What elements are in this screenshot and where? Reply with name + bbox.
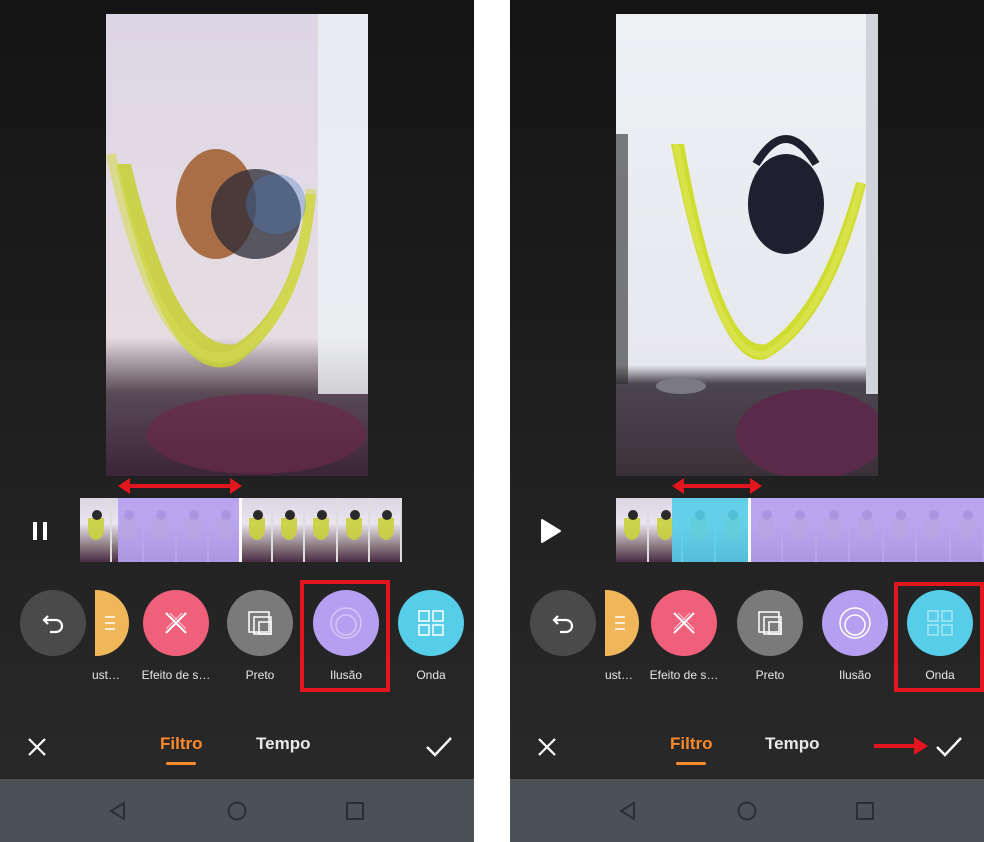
pause-icon (33, 522, 47, 540)
grid-squares-icon (418, 610, 444, 636)
recents-icon (856, 802, 874, 820)
android-navbar (0, 779, 474, 842)
nav-recents-button[interactable] (343, 799, 367, 823)
close-icon (538, 738, 556, 756)
check-icon (936, 737, 962, 757)
video-preview (106, 14, 368, 476)
x-cross-icon (673, 612, 695, 634)
play-button[interactable] (532, 513, 568, 549)
cancel-button[interactable] (22, 732, 52, 762)
filter-ilusao-button[interactable]: Ilusão (815, 590, 895, 682)
filter-label-efeito: Efeito de s… (649, 668, 719, 682)
home-icon (227, 801, 247, 821)
nav-back-button[interactable] (616, 799, 640, 823)
onda-effect-segment[interactable] (672, 498, 750, 562)
tab-filtro-underline (676, 762, 706, 765)
filter-label-efeito: Efeito de s… (141, 668, 211, 682)
ilusao-effect-segment[interactable] (750, 498, 984, 562)
bottom-tabs: Filtro Tempo (0, 720, 474, 776)
confirm-button[interactable] (934, 732, 964, 762)
filter-label-ust: ust… (605, 668, 634, 682)
check-icon (426, 737, 452, 757)
close-icon (28, 738, 46, 756)
filter-label-onda: Onda (416, 668, 446, 682)
confirm-pointer-arrow (874, 737, 928, 755)
tab-tempo[interactable]: Tempo (256, 734, 310, 754)
concentric-circles-icon (839, 607, 871, 639)
back-icon (619, 801, 635, 821)
filter-yellow-button[interactable] (95, 590, 129, 656)
stacked-squares-icon (248, 611, 272, 635)
undo-icon (42, 615, 64, 634)
selected-filter-highlight (894, 582, 984, 692)
yellow-filter-icon (615, 616, 625, 630)
cancel-button[interactable] (532, 732, 562, 762)
filter-label-preto: Preto (245, 668, 275, 682)
nav-home-button[interactable] (225, 799, 249, 823)
editor-screen-onda: ust… Efeito de s… Preto Ilusão Onda Filt… (510, 0, 984, 842)
recents-icon (346, 802, 364, 820)
tab-filtro[interactable]: Filtro (670, 734, 713, 754)
undo-button[interactable] (530, 590, 596, 656)
filter-preto-button[interactable]: Preto (220, 590, 300, 682)
home-icon (737, 801, 757, 821)
duration-arrow (118, 478, 242, 494)
back-icon (109, 801, 125, 821)
nav-home-button[interactable] (735, 799, 759, 823)
tab-filtro-underline (166, 762, 196, 765)
nav-back-button[interactable] (106, 799, 130, 823)
filter-label-ust: ust… (92, 668, 121, 682)
filter-label-preto: Preto (755, 668, 785, 682)
x-cross-icon (165, 612, 187, 634)
undo-button[interactable] (20, 590, 86, 656)
undo-icon (552, 615, 574, 634)
ilusao-effect-segment[interactable] (118, 498, 240, 562)
video-timeline[interactable] (80, 498, 402, 562)
duration-arrow (672, 478, 762, 494)
play-icon (541, 519, 561, 543)
filter-efeito-button[interactable]: Efeito de s… (136, 590, 216, 682)
playhead[interactable] (748, 498, 751, 562)
selected-filter-highlight (300, 580, 390, 692)
bottom-tabs: Filtro Tempo (510, 720, 984, 776)
pause-button[interactable] (22, 513, 58, 549)
filter-efeito-button[interactable]: Efeito de s… (644, 590, 724, 682)
filter-preto-button[interactable]: Preto (730, 590, 810, 682)
tab-filtro[interactable]: Filtro (160, 734, 203, 754)
filter-yellow-button[interactable] (605, 590, 639, 656)
filter-onda-button[interactable]: Onda (391, 590, 471, 682)
filter-label-ilusao: Ilusão (838, 668, 872, 682)
android-navbar (510, 779, 984, 842)
video-timeline[interactable] (616, 498, 984, 562)
yellow-filter-icon (105, 616, 115, 630)
editor-screen-ilusao: ust… Efeito de s… Preto Ilusão Onda Filt… (0, 0, 474, 842)
nav-recents-button[interactable] (853, 799, 877, 823)
tab-tempo[interactable]: Tempo (765, 734, 819, 754)
confirm-button[interactable] (424, 732, 454, 762)
stacked-squares-icon (758, 611, 782, 635)
video-preview (616, 14, 878, 476)
playhead[interactable] (239, 498, 242, 562)
